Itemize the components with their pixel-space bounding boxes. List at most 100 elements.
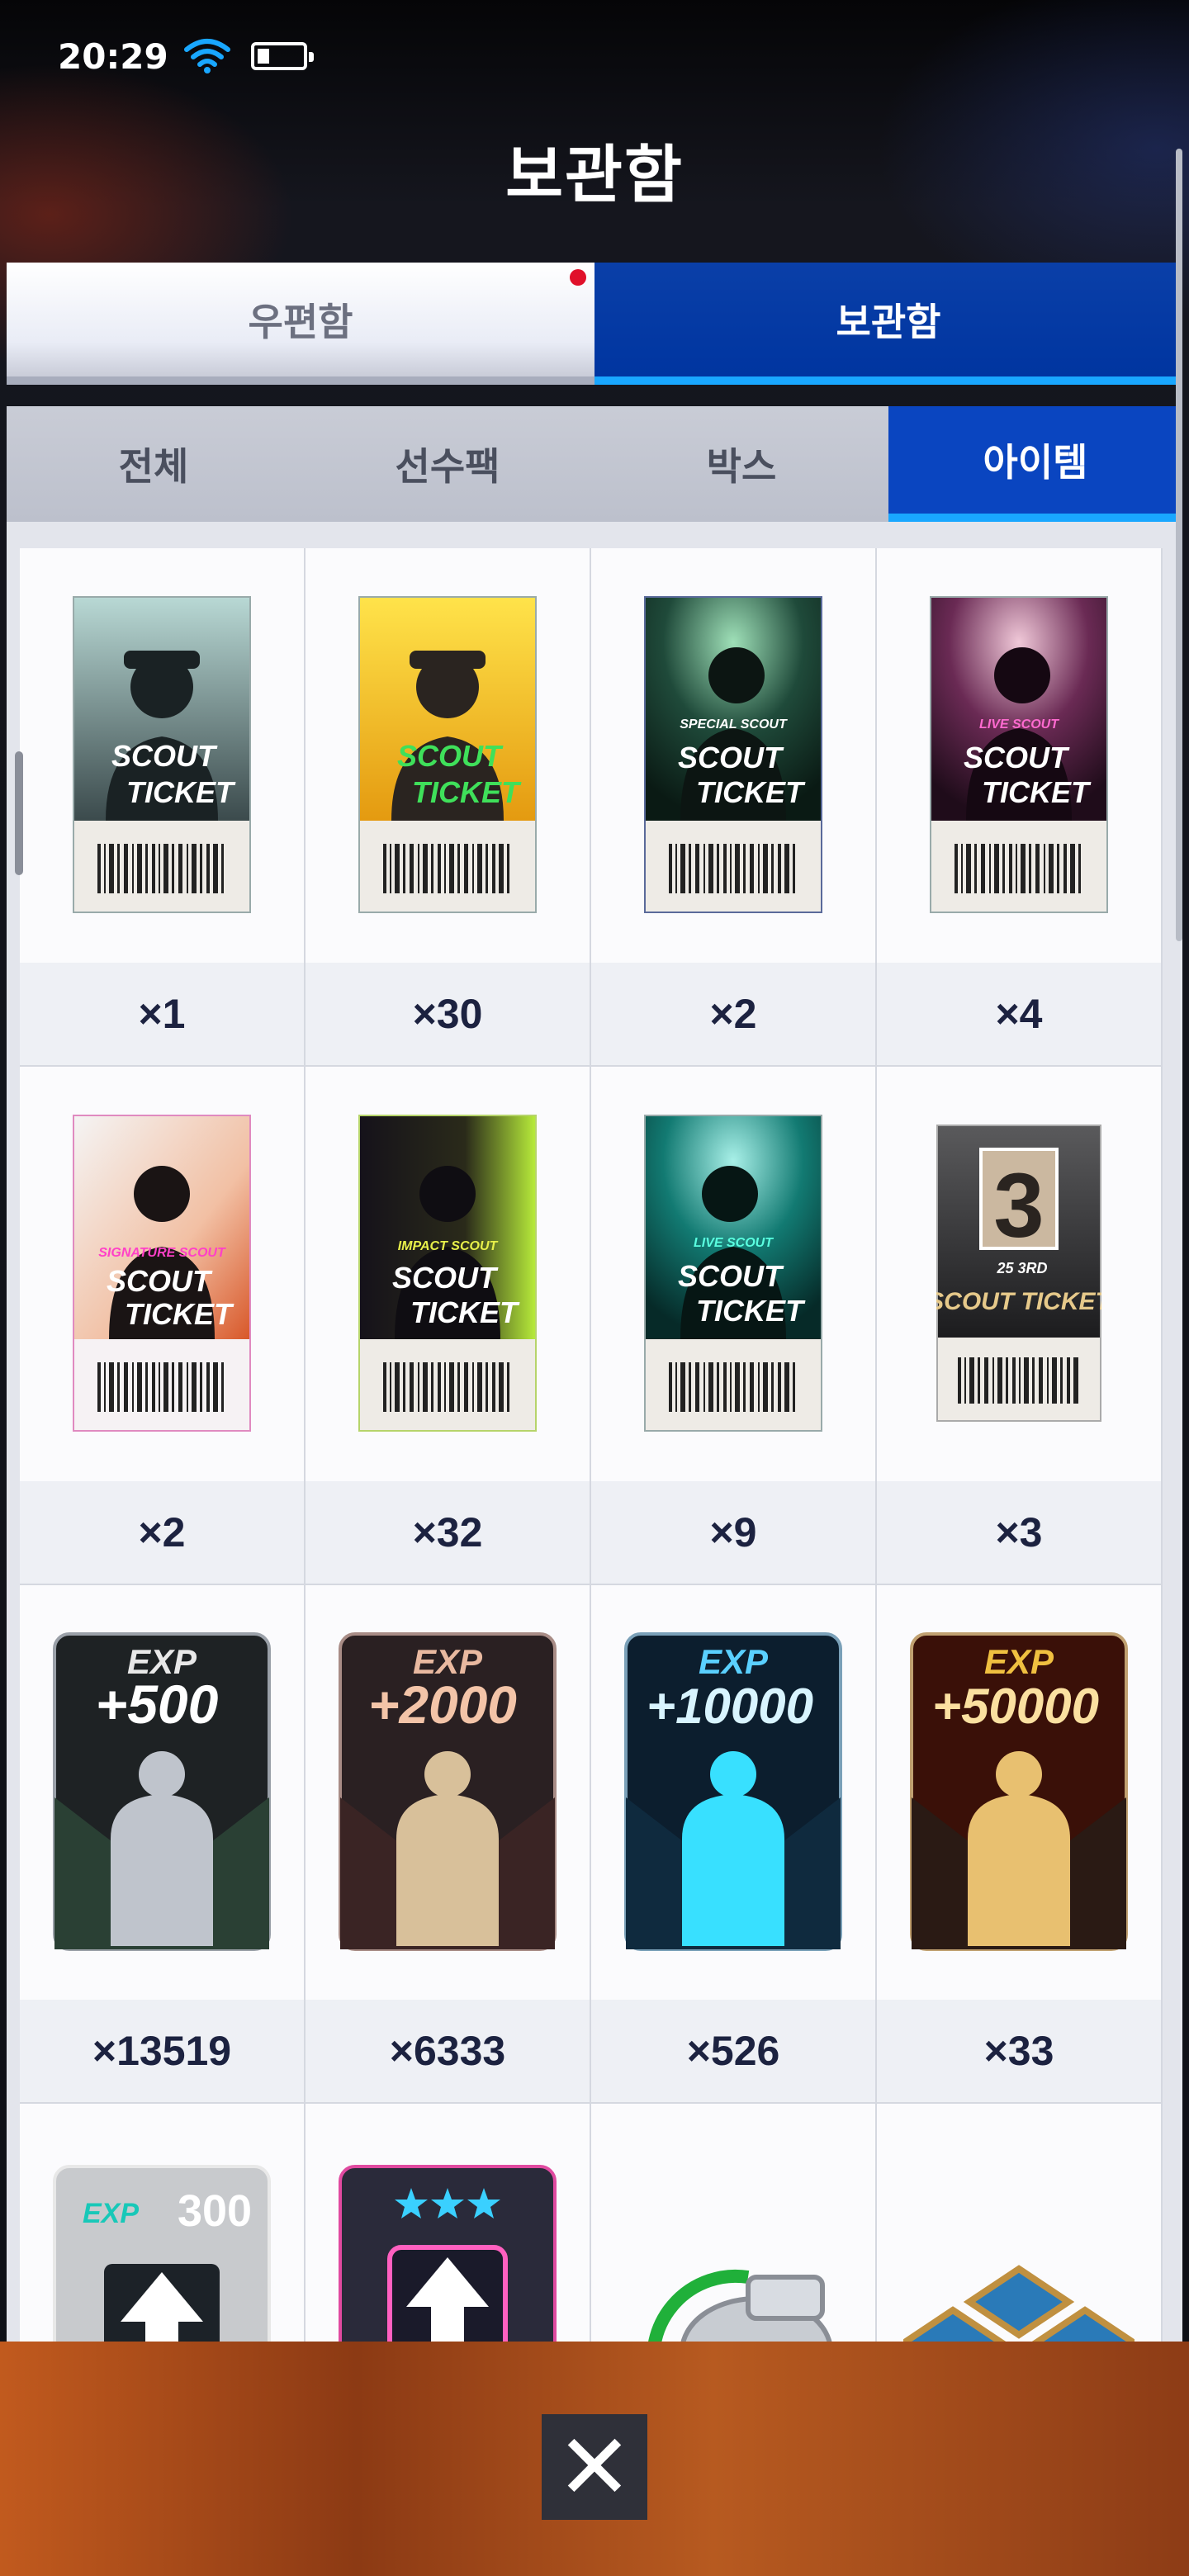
- top-tab-bar: 우편함 보관함: [7, 263, 1182, 385]
- item-quantity: ×6333: [306, 2000, 590, 2102]
- tab-item-label: 아이템: [983, 440, 1088, 485]
- scout-ticket-gold-icon: SCOUT TICKET: [358, 596, 537, 913]
- item-grid-scroll[interactable]: SCOUT TICKET ×1 SCOUT TICKET ×30 SPECIAL…: [20, 548, 1163, 2348]
- item-quantity: ×33: [877, 2000, 1161, 2102]
- item-quantity: ×3: [877, 1481, 1161, 1584]
- exp-card-50000-icon: EXP +50000: [910, 1632, 1128, 1951]
- ticket-title: SCOUT: [397, 739, 504, 773]
- category-tab-bar: 전체 선수팩 박스 아이템: [7, 406, 1182, 522]
- ticket-title: SCOUT: [964, 741, 1070, 774]
- ticket-tag: LIVE SCOUT: [979, 717, 1059, 732]
- tab-storage[interactable]: 보관함: [594, 263, 1182, 385]
- tab-all[interactable]: 전체: [7, 406, 301, 522]
- ticket-badge: 3: [993, 1155, 1044, 1257]
- ticket-title: SCOUT: [678, 741, 784, 774]
- scrollbar-thumb[interactable]: [15, 751, 23, 875]
- exp-amount: +500: [96, 1674, 219, 1735]
- ticket-title-2: TICKET: [412, 775, 522, 809]
- close-icon: ✕: [556, 2414, 633, 2520]
- live-scout-ticket-icon: LIVE SCOUT SCOUT TICKET: [930, 596, 1108, 913]
- item-cell[interactable]: LIVE SCOUT SCOUT TICKET ×9: [591, 1067, 875, 1584]
- impact-scout-ticket-icon: IMPACT SCOUT SCOUT TICKET: [358, 1115, 537, 1432]
- exp-card-500-icon: EXP +500: [53, 1632, 271, 1951]
- exp-amount: 300: [178, 2186, 252, 2236]
- close-button[interactable]: ✕: [542, 2414, 647, 2520]
- ticket-title: SCOUT: [107, 1264, 213, 1298]
- tab-storage-label: 보관함: [836, 300, 941, 344]
- storage-panel: 전체 선수팩 박스 아이템 SCOUT TICKET ×1 SCOUT TICK…: [7, 406, 1182, 2355]
- item-quantity: ×9: [591, 1481, 875, 1584]
- ticket-title-2: TICKET: [696, 775, 806, 809]
- item-cell[interactable]: EXP +10000 ×526: [591, 1585, 875, 2102]
- tab-player-pack[interactable]: 선수팩: [301, 406, 594, 522]
- item-cell[interactable]: SCOUT TICKET ×1: [20, 548, 304, 1065]
- exp-amount: +10000: [647, 1679, 813, 1734]
- whistle-icon: [647, 2269, 833, 2348]
- item-cell[interactable]: [877, 2104, 1161, 2348]
- item-quantity: ×2: [20, 1481, 304, 1584]
- exp-amount: +2000: [368, 1675, 517, 1735]
- item-cell[interactable]: SCOUT TICKET ×30: [306, 548, 590, 1065]
- ticket-title: SCOUT: [392, 1261, 499, 1295]
- ticket-title-2: TICKET: [126, 775, 236, 809]
- page-title: 보관함: [505, 138, 684, 211]
- ticket-title: SCOUT TICKET: [936, 1288, 1101, 1315]
- exp-card-2000-icon: EXP +2000: [339, 1632, 557, 1951]
- live-scout-ticket-teal-icon: LIVE SCOUT SCOUT TICKET: [644, 1115, 822, 1432]
- ticket-title: SCOUT: [111, 739, 218, 773]
- wifi-icon: [183, 39, 230, 73]
- item-cell[interactable]: LIVE SCOUT SCOUT TICKET ×4: [877, 548, 1161, 1065]
- tab-item[interactable]: 아이템: [888, 406, 1182, 522]
- item-quantity: ×526: [591, 2000, 875, 2102]
- tab-all-label: 전체: [118, 444, 189, 489]
- exp-card-10000-icon: EXP +10000: [624, 1632, 842, 1951]
- item-quantity: ×32: [306, 1481, 590, 1584]
- ticket-tag: SPECIAL SCOUT: [680, 717, 788, 732]
- exp-label: EXP: [83, 2198, 139, 2229]
- item-cell[interactable]: EXP +500 ×13519: [20, 1585, 304, 2102]
- item-cell[interactable]: 3 25 3RD SCOUT TICKET ×3: [877, 1067, 1161, 1584]
- item-cell[interactable]: EXP +50000 ×33: [877, 1585, 1161, 2102]
- ticket-title-2: TICKET: [696, 1294, 806, 1328]
- star-upgrade-icon: [339, 2165, 557, 2348]
- clock: 20:29: [58, 36, 168, 77]
- exp-amount: +50000: [932, 1679, 1099, 1734]
- scout-ticket-icon: SCOUT TICKET: [73, 596, 251, 913]
- item-quantity: ×4: [877, 963, 1161, 1065]
- scrollbar-track[interactable]: [1176, 149, 1182, 941]
- ticket-tag: 25 3RD: [996, 1260, 1047, 1276]
- item-quantity: ×30: [306, 963, 590, 1065]
- special-scout-ticket-icon: SPECIAL SCOUT SCOUT TICKET: [644, 596, 822, 913]
- exp-300-upgrade-icon: EXP 300: [53, 2165, 271, 2348]
- ticket-tag: IMPACT SCOUT: [398, 1239, 499, 1253]
- battery-icon: [250, 42, 314, 70]
- item-quantity: ×13519: [20, 2000, 304, 2102]
- cube-boxes-icon: [903, 2265, 1135, 2348]
- exp-label: EXP: [699, 1642, 769, 1681]
- ticket-tag: SIGNATURE SCOUT: [98, 1246, 226, 1260]
- item-cell[interactable]: SIGNATURE SCOUT SCOUT TICKET ×2: [20, 1067, 304, 1584]
- ticket-title: SCOUT: [678, 1259, 784, 1293]
- ticket-title-2: TICKET: [982, 775, 1092, 809]
- ticket-title-2: TICKET: [125, 1297, 234, 1331]
- item-cell[interactable]: [591, 2104, 875, 2348]
- exp-label: EXP: [984, 1642, 1054, 1681]
- item-cell[interactable]: SPECIAL SCOUT SCOUT TICKET ×2: [591, 548, 875, 1065]
- tab-player-pack-label: 선수팩: [395, 444, 500, 489]
- item-quantity: ×2: [591, 963, 875, 1065]
- signature-scout-ticket-icon: SIGNATURE SCOUT SCOUT TICKET: [73, 1115, 251, 1432]
- item-cell[interactable]: EXP +2000 ×6333: [306, 1585, 590, 2102]
- ticket-tag: LIVE SCOUT: [694, 1236, 774, 1250]
- status-bar: 20:29: [58, 31, 314, 81]
- ticket-title-2: TICKET: [410, 1295, 520, 1329]
- item-quantity: ×1: [20, 963, 304, 1065]
- item-cell[interactable]: IMPACT SCOUT SCOUT TICKET ×32: [306, 1067, 590, 1584]
- tab-box[interactable]: 박스: [594, 406, 888, 522]
- item-grid: SCOUT TICKET ×1 SCOUT TICKET ×30 SPECIAL…: [20, 548, 1163, 2348]
- tab-mailbox-label: 우편함: [248, 300, 353, 344]
- tab-mailbox[interactable]: 우편함: [7, 263, 594, 385]
- item-cell[interactable]: [306, 2104, 590, 2348]
- item-cell[interactable]: EXP 300: [20, 2104, 304, 2348]
- notification-dot: [570, 269, 586, 286]
- anniversary-scout-ticket-icon: 3 25 3RD SCOUT TICKET: [936, 1125, 1101, 1422]
